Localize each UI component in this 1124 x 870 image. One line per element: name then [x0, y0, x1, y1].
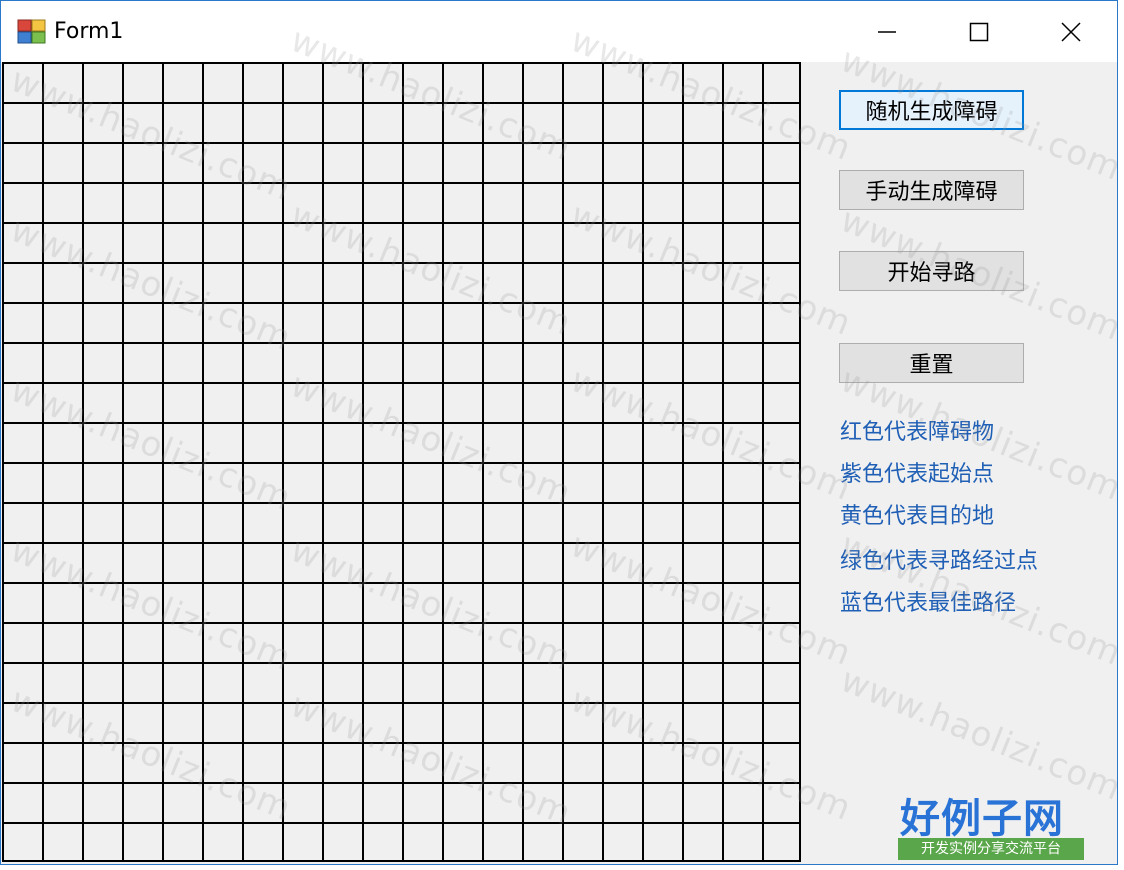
manual-obstacles-button[interactable]: 手动生成障碍	[839, 170, 1024, 210]
minimize-button[interactable]	[841, 1, 933, 62]
legend-start: 紫色代表起始点	[840, 462, 995, 487]
maximize-icon	[969, 22, 989, 41]
close-button[interactable]	[1025, 1, 1117, 62]
pathfinding-grid[interactable]	[2, 62, 801, 862]
legend-best-path: 蓝色代表最佳路径	[840, 591, 1017, 616]
form-app-icon	[17, 19, 46, 44]
minimize-icon	[878, 30, 896, 33]
close-icon	[1061, 21, 1081, 42]
start-pathfinding-button[interactable]: 开始寻路	[839, 251, 1024, 291]
legend-destination: 黄色代表目的地	[840, 504, 995, 529]
main-window: Form1 随机生成障碍 手动生成障碍 开始寻路 重置 红色代表障碍物 紫色代表…	[0, 0, 1118, 865]
reset-button[interactable]: 重置	[839, 343, 1024, 383]
logo-sub-text: 开发实例分享交流平台	[898, 838, 1084, 860]
haolizi-logo: 好例子网 开发实例分享交流平台	[898, 786, 1086, 862]
title-bar[interactable]: Form1	[1, 1, 1117, 62]
maximize-button[interactable]	[933, 1, 1025, 62]
random-obstacles-button[interactable]: 随机生成障碍	[839, 90, 1024, 130]
logo-main-text: 好例子网	[900, 795, 1064, 842]
legend-visited: 绿色代表寻路经过点	[840, 549, 1039, 574]
legend-obstacle: 红色代表障碍物	[840, 420, 995, 445]
window-title: Form1	[54, 19, 124, 44]
